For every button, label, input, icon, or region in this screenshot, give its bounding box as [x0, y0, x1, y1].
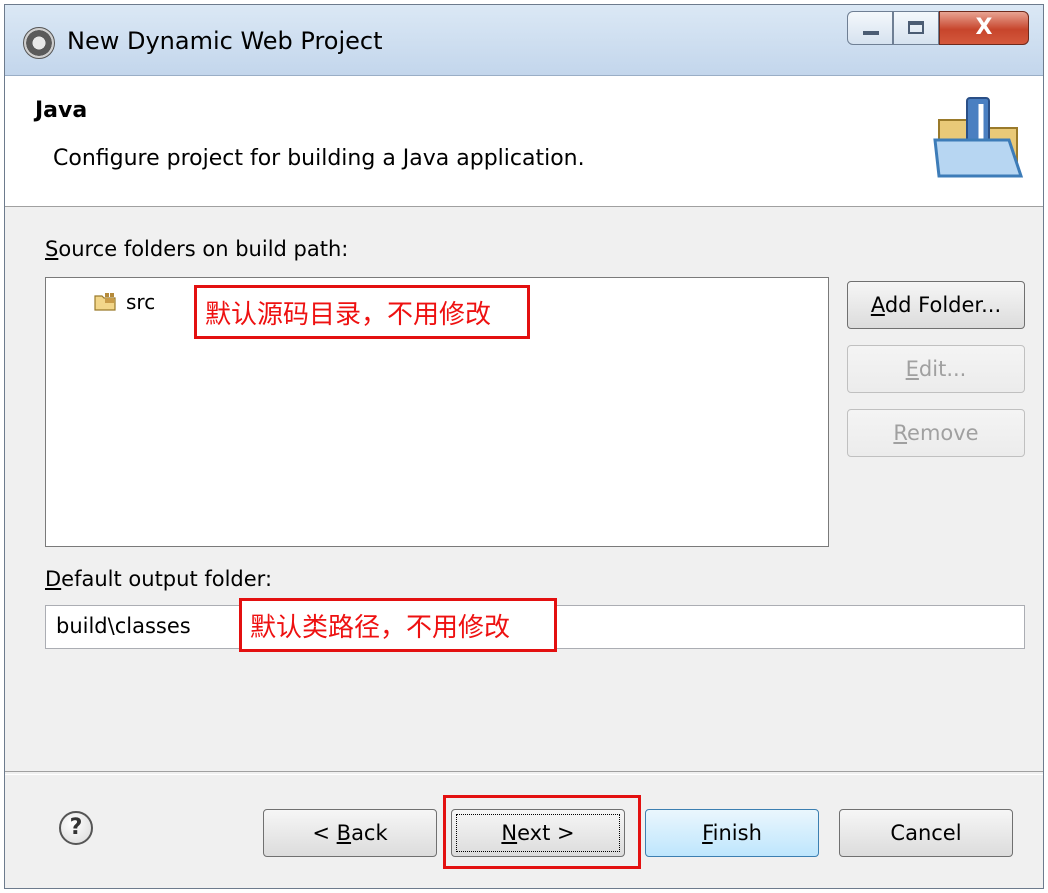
next-button[interactable]: Next > — [451, 809, 625, 857]
wizard-header: Java Configure project for building a Ja… — [5, 76, 1043, 207]
minimize-button[interactable] — [847, 11, 893, 45]
back-button[interactable]: < Back — [263, 809, 437, 857]
java-folder-icon — [933, 97, 1024, 178]
maximize-button[interactable] — [893, 11, 939, 45]
remove-button[interactable]: Remove — [847, 409, 1025, 457]
title-bar[interactable]: New Dynamic Web Project X — [5, 5, 1043, 76]
page-description: Configure project for building a Java ap… — [53, 146, 585, 171]
window-controls: X — [847, 11, 1029, 47]
page-title: Java — [35, 98, 88, 123]
source-folder-name: src — [126, 290, 156, 314]
close-icon: X — [975, 15, 993, 40]
package-folder-icon — [94, 293, 116, 311]
close-button[interactable]: X — [939, 11, 1029, 45]
eclipse-icon — [23, 27, 55, 59]
add-folder-button[interactable]: Add Folder... — [847, 281, 1025, 329]
help-icon[interactable]: ? — [59, 811, 93, 845]
source-folders-label: Source folders on build path: — [45, 237, 349, 261]
edit-button[interactable]: Edit... — [847, 345, 1025, 393]
output-annotation: 默认类路径，不用修改 — [239, 598, 557, 652]
source-annotation: 默认源码目录，不用修改 — [194, 285, 530, 339]
default-output-label: Default output folder: — [45, 567, 273, 591]
window-title: New Dynamic Web Project — [67, 27, 383, 55]
dialog-window: New Dynamic Web Project X Java Configure… — [4, 4, 1044, 889]
maximize-icon — [908, 21, 924, 34]
cancel-button[interactable]: Cancel — [839, 809, 1013, 857]
list-item[interactable]: src — [94, 290, 155, 314]
footer-separator — [5, 771, 1043, 775]
finish-button[interactable]: Finish — [645, 809, 819, 857]
default-output-value: build\classes — [56, 614, 191, 638]
minimize-icon — [863, 31, 879, 35]
